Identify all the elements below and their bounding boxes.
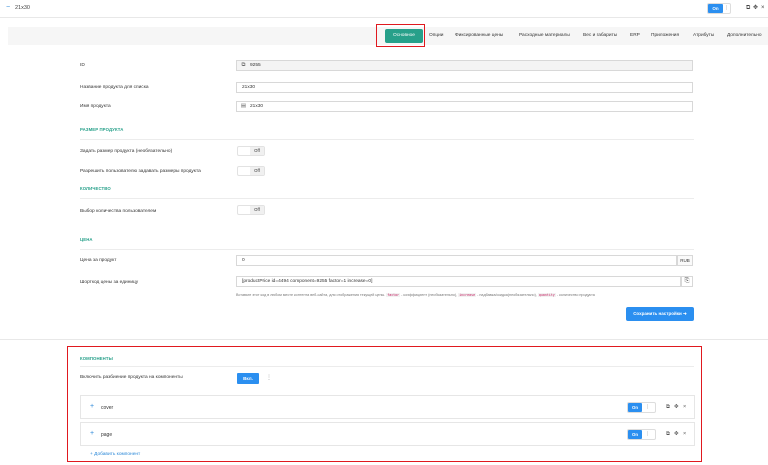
copy-icon[interactable]: ⧉ — [237, 61, 250, 70]
shortcode-label: Шорткод цены за единицу — [80, 280, 139, 285]
highlight-box-tab — [376, 24, 425, 47]
tab-weight-dimensions[interactable]: Вес и габариты — [583, 33, 617, 38]
qty-choice-label: Выбор количества пользователем — [80, 209, 157, 214]
section-separator — [0, 339, 768, 340]
id-value: 9255 — [250, 63, 261, 68]
save-button-label: Сохранить настройки — [633, 311, 682, 316]
size-section-title: РАЗМЕР ПРОДУКТА — [80, 127, 124, 132]
shortcode-input[interactable]: [productPrice id=4494 component=9255 fac… — [236, 276, 681, 287]
id-label: ID — [80, 63, 85, 68]
hint-code: quantity — [537, 293, 556, 297]
toggle-on-label: On — [708, 4, 723, 13]
move-icon[interactable]: ✥ — [753, 5, 758, 12]
product-name-input[interactable]: ▤ 21x30 — [236, 101, 693, 112]
shortcode-hint: Вставьте этот код в любом месте контента… — [236, 293, 595, 297]
flag-icon: ▤ — [240, 103, 247, 109]
price-section-title: ЦЕНА — [80, 237, 93, 242]
hint-code: increase — [458, 293, 477, 297]
hint-text: - коэффициент (необязательно), — [401, 293, 458, 297]
tab-consumables[interactable]: Расходные материалы — [519, 33, 570, 38]
allow-user-size-label: Разрешить пользователю задавать размеры … — [80, 169, 201, 174]
tab-fixed-prices[interactable]: Фиксированные цены — [455, 33, 503, 38]
price-label: Цена за продукт — [80, 258, 117, 263]
tab-attributes[interactable]: Атрибуты — [693, 33, 714, 38]
product-visibility-toggle[interactable]: On | — [707, 3, 731, 14]
switch-knob — [239, 207, 249, 213]
highlight-box-components — [67, 346, 702, 462]
tab-erp[interactable]: ERP — [630, 33, 640, 38]
collapse-icon[interactable]: − — [6, 4, 10, 12]
qty-section-title: КОЛИЧЕСТВО — [80, 186, 111, 191]
save-settings-button[interactable]: Сохранить настройки ➜ — [626, 307, 694, 321]
product-header: − 21x30 On | ⧉ ✥ × — [0, 0, 768, 18]
product-name-value: 21x30 — [250, 104, 264, 109]
product-name-label: Имя продукта — [80, 104, 111, 109]
set-size-label: Задать размер продукта (необязательно) — [80, 149, 173, 154]
list-name-input[interactable]: 21x30 — [236, 82, 693, 93]
set-size-switch[interactable]: Off — [237, 146, 265, 156]
switch-knob — [239, 168, 249, 174]
allow-user-size-switch[interactable]: Off — [237, 166, 265, 176]
switch-knob — [239, 148, 249, 154]
divider — [80, 198, 694, 199]
tab-additional[interactable]: Дополнительно — [727, 33, 762, 38]
close-icon[interactable]: × — [761, 5, 765, 12]
copy-shortcode-button[interactable]: ⎘ — [681, 276, 693, 287]
qty-choice-switch[interactable]: Off — [237, 205, 265, 215]
tab-applications[interactable]: Приложения — [651, 33, 679, 38]
tab-options[interactable]: Опции — [429, 33, 443, 38]
hint-text: - надбавка/скидка(необязательно), — [477, 293, 537, 297]
product-title: 21x30 — [15, 5, 30, 11]
copy-icon[interactable]: ⧉ — [746, 5, 750, 12]
switch-state: Off — [250, 167, 264, 175]
hint-code: factor — [386, 293, 401, 297]
divider — [80, 249, 694, 250]
hint-text: Вставьте этот код в любом месте контента… — [236, 293, 386, 297]
price-input[interactable]: 0 — [236, 255, 677, 266]
switch-state: Off — [250, 206, 264, 214]
price-unit: RUB — [677, 255, 693, 266]
list-name-label: Название продукта для списка — [80, 85, 149, 90]
id-field: ⧉ 9255 — [236, 60, 693, 71]
clipboard-icon: ⎘ — [684, 278, 690, 284]
hint-text: - количество продукта — [556, 293, 595, 297]
divider — [80, 139, 694, 140]
toggle-separator: | — [726, 5, 728, 11]
switch-state: Off — [250, 147, 264, 155]
arrow-right-icon: ➜ — [683, 311, 687, 316]
